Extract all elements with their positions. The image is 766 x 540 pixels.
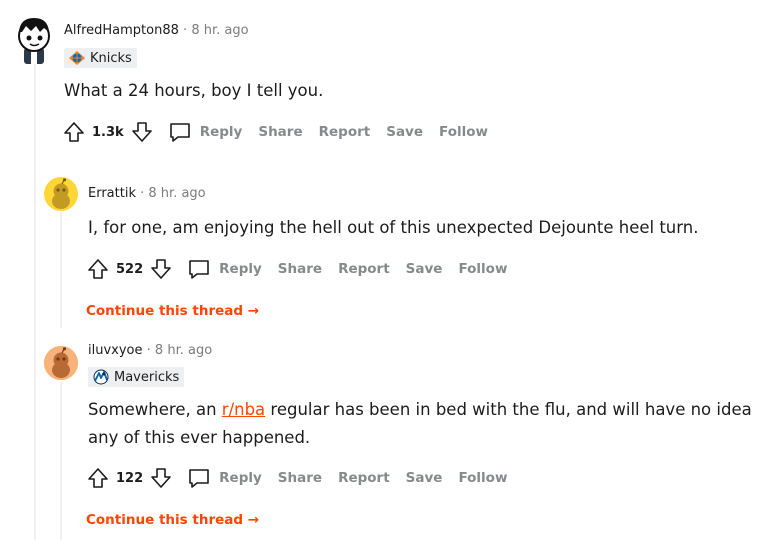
- share-button[interactable]: Share: [258, 124, 302, 140]
- reply-bubble-icon[interactable]: [168, 120, 192, 144]
- vote-score: 122: [116, 470, 144, 486]
- follow-button[interactable]: Follow: [458, 470, 507, 486]
- avatar[interactable]: [14, 14, 54, 64]
- follow-button[interactable]: Follow: [439, 124, 488, 140]
- flair-text: Knicks: [90, 50, 132, 66]
- comment-actions: 522 Reply Share Report Save Follow: [86, 255, 513, 283]
- vote-score: 1.3k: [92, 124, 124, 140]
- report-button[interactable]: Report: [338, 261, 390, 277]
- arrow-right-icon: →: [247, 303, 260, 319]
- user-flair: Mavericks: [88, 367, 185, 387]
- comment-meta: iluvxyoe · 8 hr. ago: [88, 343, 212, 358]
- comment-body: What a 24 hours, boy I tell you.: [64, 81, 324, 100]
- continue-thread-link[interactable]: Continue this thread →: [86, 512, 259, 528]
- upvote-icon[interactable]: [86, 466, 110, 490]
- reply-button[interactable]: Reply: [219, 261, 262, 277]
- upvote-icon[interactable]: [62, 120, 86, 144]
- reply-button[interactable]: Reply: [219, 470, 262, 486]
- timestamp[interactable]: 8 hr. ago: [155, 343, 212, 358]
- avatar[interactable]: [44, 346, 78, 380]
- share-button[interactable]: Share: [278, 261, 322, 277]
- thread-line-reply-1[interactable]: [60, 212, 62, 328]
- comment-body-line-1: Somewhere, an r/nba regular has been in …: [88, 397, 758, 423]
- comment-body: I, for one, am enjoying the hell out of …: [88, 218, 699, 237]
- continue-thread-label: Continue this thread: [86, 303, 244, 319]
- timestamp[interactable]: 8 hr. ago: [191, 23, 248, 38]
- downvote-icon[interactable]: [149, 257, 173, 281]
- thread-line-reply-2[interactable]: [60, 382, 62, 540]
- save-button[interactable]: Save: [386, 124, 423, 140]
- comment-body: Somewhere, an r/nba regular has been in …: [88, 397, 758, 451]
- continue-thread-label: Continue this thread: [86, 512, 244, 528]
- upvote-icon[interactable]: [86, 257, 110, 281]
- reply-bubble-icon[interactable]: [187, 466, 211, 490]
- thread-line-root[interactable]: [34, 64, 36, 540]
- share-button[interactable]: Share: [278, 470, 322, 486]
- meta-separator: ·: [140, 186, 145, 201]
- arrow-right-icon: →: [247, 512, 260, 528]
- comment-actions: 122 Reply Share Report Save Follow: [86, 464, 513, 492]
- save-button[interactable]: Save: [406, 470, 443, 486]
- username-link[interactable]: AlfredHampton88: [64, 23, 179, 38]
- save-button[interactable]: Save: [406, 261, 443, 277]
- report-button[interactable]: Report: [319, 124, 371, 140]
- avatar[interactable]: [44, 177, 78, 211]
- meta-separator: ·: [146, 343, 151, 358]
- report-button[interactable]: Report: [338, 470, 390, 486]
- body-text-pre: Somewhere, an: [88, 400, 222, 419]
- downvote-icon[interactable]: [130, 120, 154, 144]
- comment-body-line-2: any of this ever happened.: [88, 428, 311, 447]
- reply-bubble-icon[interactable]: [187, 257, 211, 281]
- body-text-post: regular has been in bed with the flu, an…: [265, 400, 752, 419]
- downvote-icon[interactable]: [149, 466, 173, 490]
- vote-score: 522: [116, 261, 144, 277]
- username-link[interactable]: Errattik: [88, 186, 136, 201]
- reply-button[interactable]: Reply: [200, 124, 243, 140]
- meta-separator: ·: [183, 23, 188, 38]
- continue-thread-link[interactable]: Continue this thread →: [86, 303, 259, 319]
- comment-meta: Errattik · 8 hr. ago: [88, 186, 206, 201]
- follow-button[interactable]: Follow: [458, 261, 507, 277]
- user-flair: Knicks: [64, 48, 137, 68]
- mavericks-logo-icon: [92, 369, 110, 385]
- flair-text: Mavericks: [114, 369, 180, 385]
- knicks-logo-icon: [68, 50, 86, 66]
- timestamp[interactable]: 8 hr. ago: [148, 186, 205, 201]
- comment-actions: 1.3k Reply Share Report Save Follow: [62, 118, 494, 146]
- comment-meta: AlfredHampton88 · 8 hr. ago: [64, 23, 249, 38]
- subreddit-link[interactable]: r/nba: [222, 400, 265, 419]
- username-link[interactable]: iluvxyoe: [88, 343, 143, 358]
